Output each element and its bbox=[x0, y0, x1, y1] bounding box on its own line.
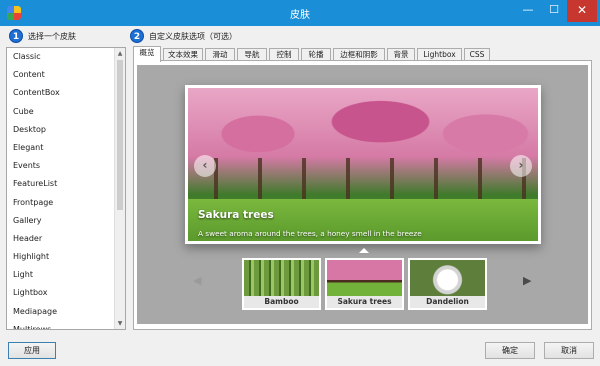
skin-item-desktop[interactable]: Desktop bbox=[7, 121, 125, 139]
thumbnail-label: Bamboo bbox=[244, 296, 319, 308]
skin-item-header[interactable]: Header bbox=[7, 230, 125, 248]
window-title: 皮肤 bbox=[290, 10, 310, 21]
skin-list-scrollbar[interactable]: ▲ ▼ bbox=[114, 48, 125, 329]
tab-overview[interactable]: 概览 bbox=[133, 46, 161, 62]
cancel-button[interactable]: 取消 bbox=[544, 342, 594, 359]
skin-item-gallery[interactable]: Gallery bbox=[7, 212, 125, 230]
minimize-button[interactable]: — bbox=[515, 0, 541, 22]
thumbnail-dandelion[interactable]: Dandelion bbox=[408, 258, 487, 310]
thumbnail-image bbox=[244, 260, 319, 296]
skin-item-multirows[interactable]: Multirows bbox=[7, 321, 125, 329]
skin-item-lightbox[interactable]: Lightbox bbox=[7, 284, 125, 302]
thumbnail-image bbox=[410, 260, 485, 296]
slide-caption: A sweet aroma around the trees, a honey … bbox=[198, 229, 422, 238]
slide-next-icon[interactable]: › bbox=[510, 155, 532, 177]
preview-slide: Sakura trees A sweet aroma around the tr… bbox=[185, 85, 541, 244]
skin-item-cube[interactable]: Cube bbox=[7, 103, 125, 121]
skin-item-mediapage[interactable]: Mediapage bbox=[7, 303, 125, 321]
step-2-badge: 2 bbox=[130, 29, 144, 43]
title-bar: 皮肤 — ☐ ✕ bbox=[0, 0, 600, 26]
skin-item-contentbox[interactable]: ContentBox bbox=[7, 84, 125, 102]
step-2-label: 自定义皮肤选项（可选） bbox=[149, 32, 237, 41]
skin-item-events[interactable]: Events bbox=[7, 157, 125, 175]
skin-item-elegant[interactable]: Elegant bbox=[7, 139, 125, 157]
skin-list[interactable]: Classic Content ContentBox Cube Desktop … bbox=[6, 47, 126, 330]
step-1-label: 选择一个皮肤 bbox=[28, 32, 76, 41]
skin-item-content[interactable]: Content bbox=[7, 66, 125, 84]
thumbnail-sakura[interactable]: Sakura trees bbox=[325, 258, 404, 310]
close-button[interactable]: ✕ bbox=[567, 0, 597, 22]
skin-item-classic[interactable]: Classic bbox=[7, 48, 125, 66]
skin-item-highlight[interactable]: Highlight bbox=[7, 248, 125, 266]
ok-button[interactable]: 确定 bbox=[485, 342, 535, 359]
thumb-next-icon[interactable]: ▶ bbox=[523, 275, 531, 286]
caret-up-icon bbox=[359, 248, 369, 253]
slide-prev-icon[interactable]: ‹ bbox=[194, 155, 216, 177]
thumbnail-label: Dandelion bbox=[410, 296, 485, 308]
thumbnail-image bbox=[327, 260, 402, 296]
skin-preview: Sakura trees A sweet aroma around the tr… bbox=[137, 65, 588, 324]
skin-item-frontpage[interactable]: Frontpage bbox=[7, 194, 125, 212]
scroll-down-icon[interactable]: ▼ bbox=[115, 318, 125, 329]
thumb-prev-icon[interactable]: ◀ bbox=[193, 275, 201, 286]
thumbnail-label: Sakura trees bbox=[327, 296, 402, 308]
step-1-badge: 1 bbox=[9, 29, 23, 43]
slide-title: Sakura trees bbox=[198, 209, 274, 221]
maximize-button[interactable]: ☐ bbox=[541, 0, 567, 22]
skin-item-light[interactable]: Light bbox=[7, 266, 125, 284]
thumbnail-bamboo[interactable]: Bamboo bbox=[242, 258, 321, 310]
options-panel: Sakura trees A sweet aroma around the tr… bbox=[133, 60, 592, 330]
scroll-thumb[interactable] bbox=[117, 60, 123, 210]
apply-button[interactable]: 应用 bbox=[8, 342, 56, 359]
skin-item-featurelist[interactable]: FeatureList bbox=[7, 175, 125, 193]
scroll-up-icon[interactable]: ▲ bbox=[115, 48, 125, 59]
